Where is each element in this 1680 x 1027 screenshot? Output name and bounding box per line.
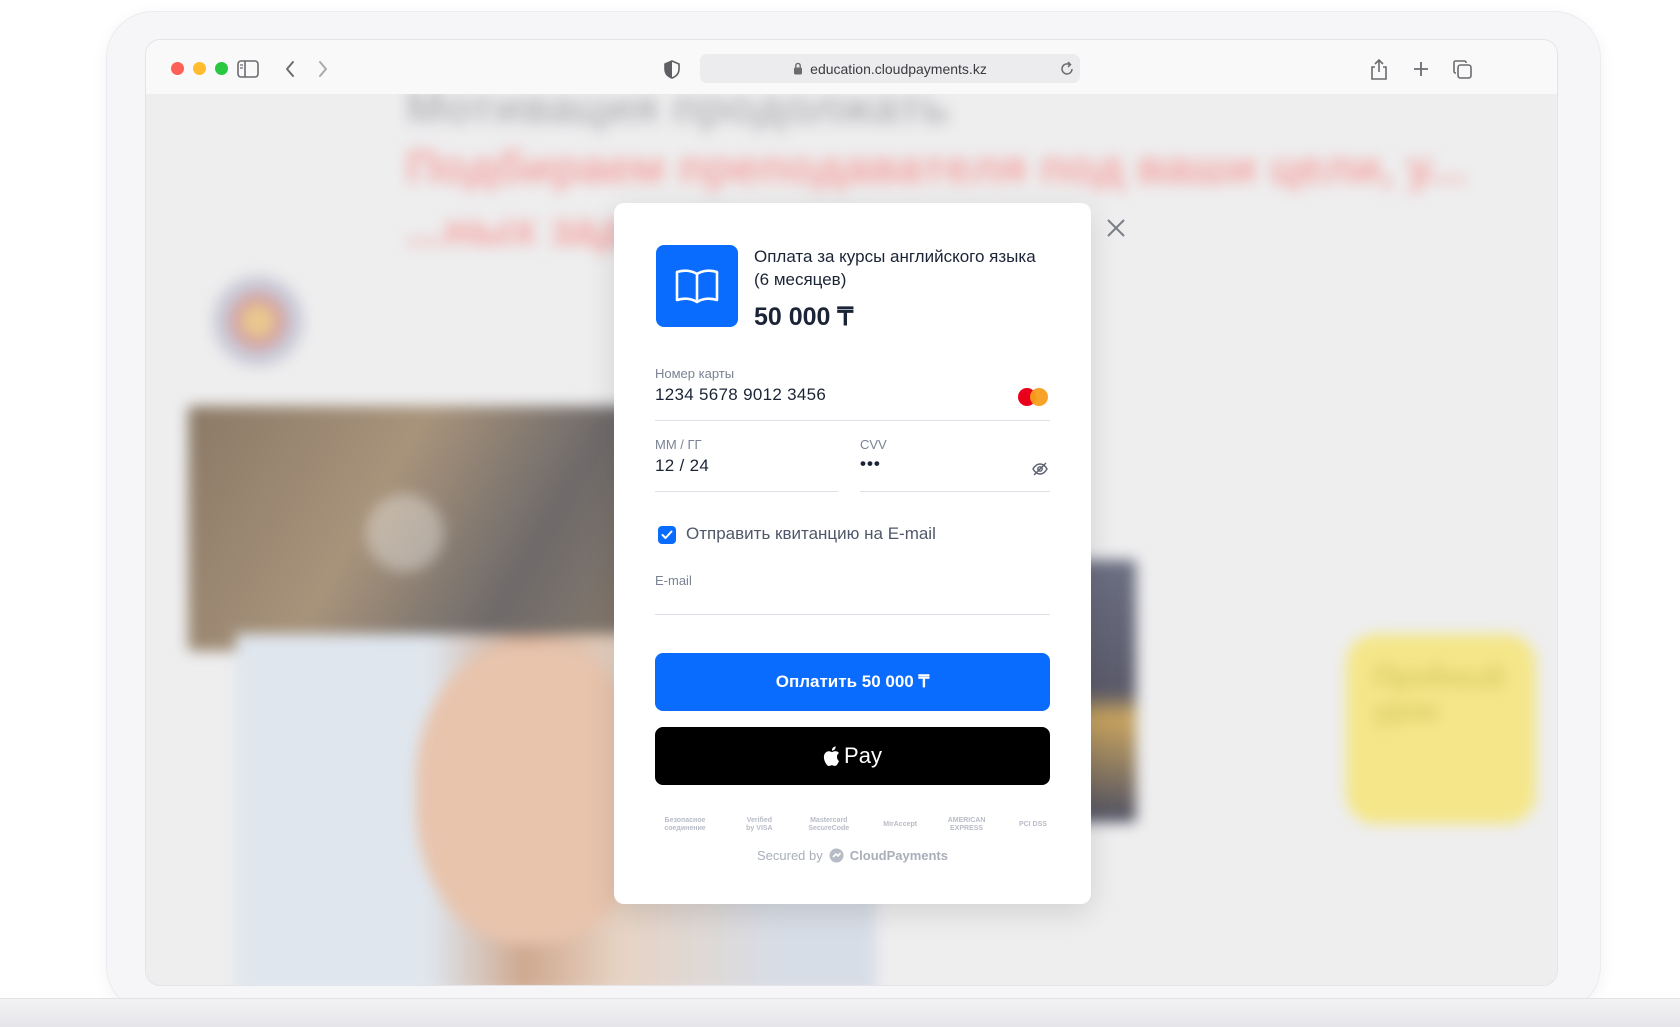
cloudpayments-brand: CloudPayments xyxy=(849,848,948,863)
sidebar-icon[interactable] xyxy=(235,56,261,82)
checkmark-icon xyxy=(661,530,673,539)
cvv-label: CVV xyxy=(860,437,887,452)
lock-icon xyxy=(794,62,803,75)
expiry-field[interactable]: 12 / 24 xyxy=(655,456,709,476)
share-icon[interactable] xyxy=(1366,56,1392,82)
miraccept-badge: MirAccept xyxy=(883,821,918,828)
new-tab-icon[interactable] xyxy=(1408,56,1434,82)
email-field[interactable] xyxy=(655,592,1050,614)
url-text: education.cloudpayments.kz xyxy=(810,60,987,77)
mascot-image xyxy=(208,276,308,376)
background-face xyxy=(416,644,646,944)
browser-toolbar: education.cloudpayments.kz xyxy=(146,40,1557,94)
trial-lesson-text: Пробный урок xyxy=(1374,661,1504,726)
email-underline xyxy=(655,614,1050,615)
order-amount: 50 000 ₸ xyxy=(754,303,854,331)
book-icon xyxy=(656,245,738,327)
amex-badge: AMERICAN EXPRESS xyxy=(947,817,986,832)
privacy-shield-icon[interactable] xyxy=(659,56,685,82)
apple-icon xyxy=(823,746,840,766)
receipt-checkbox[interactable] xyxy=(658,526,676,544)
eye-off-icon[interactable] xyxy=(1032,462,1048,476)
apple-pay-button[interactable]: Pay xyxy=(655,727,1050,785)
card-number-label: Номер карты xyxy=(655,366,735,381)
verified-by-visa-badge: Verified by VISA xyxy=(746,817,773,832)
receipt-checkbox-label[interactable]: Отправить квитанцию на E-mail xyxy=(686,524,936,544)
play-icon xyxy=(366,494,444,572)
mastercard-icon xyxy=(1018,388,1048,406)
tab-overview-icon[interactable] xyxy=(1449,56,1475,82)
secured-by-text: Secured by xyxy=(756,848,823,863)
back-icon[interactable] xyxy=(277,56,303,82)
minimize-window-button[interactable] xyxy=(193,62,206,75)
pci-dss-badge: PCI DSS xyxy=(1018,821,1047,828)
card-number-underline xyxy=(655,420,1050,421)
pay-button[interactable]: Оплатить 50 000 ₸ xyxy=(655,653,1050,711)
address-bar[interactable]: education.cloudpayments.kz xyxy=(700,54,1080,83)
cvv-underline xyxy=(860,491,1050,492)
cvv-field[interactable]: ••• xyxy=(860,454,881,474)
card-number-field[interactable]: 1234 5678 9012 3456 xyxy=(655,385,826,405)
laptop-base xyxy=(0,998,1680,1027)
close-icon[interactable] xyxy=(1103,215,1129,241)
reload-icon[interactable] xyxy=(1060,61,1074,76)
secure-connection-badge: Безопасное соединение xyxy=(664,817,706,832)
cloudpayments-logo-icon xyxy=(829,848,844,863)
background-heading: Мотивация продолжать xyxy=(406,94,950,133)
email-label: E-mail xyxy=(655,573,692,588)
security-badges: Безопасное соединение Verified by VISA M… xyxy=(655,817,1050,833)
mastercard-securecode-badge: Mastercard SecureCode xyxy=(808,817,850,832)
zoom-window-button[interactable] xyxy=(215,62,228,75)
forward-icon[interactable] xyxy=(310,56,336,82)
expiry-underline xyxy=(655,491,838,492)
close-window-button[interactable] xyxy=(171,62,184,75)
expiry-label: ММ / ГГ xyxy=(655,437,702,452)
order-description: Оплата за курсы английского языка (6 мес… xyxy=(754,247,1036,289)
apple-pay-label: Pay xyxy=(844,743,882,768)
secured-by-footer: Secured by CloudPayments xyxy=(614,848,1091,863)
payment-widget: Оплата за курсы английского языка (6 мес… xyxy=(614,203,1091,904)
